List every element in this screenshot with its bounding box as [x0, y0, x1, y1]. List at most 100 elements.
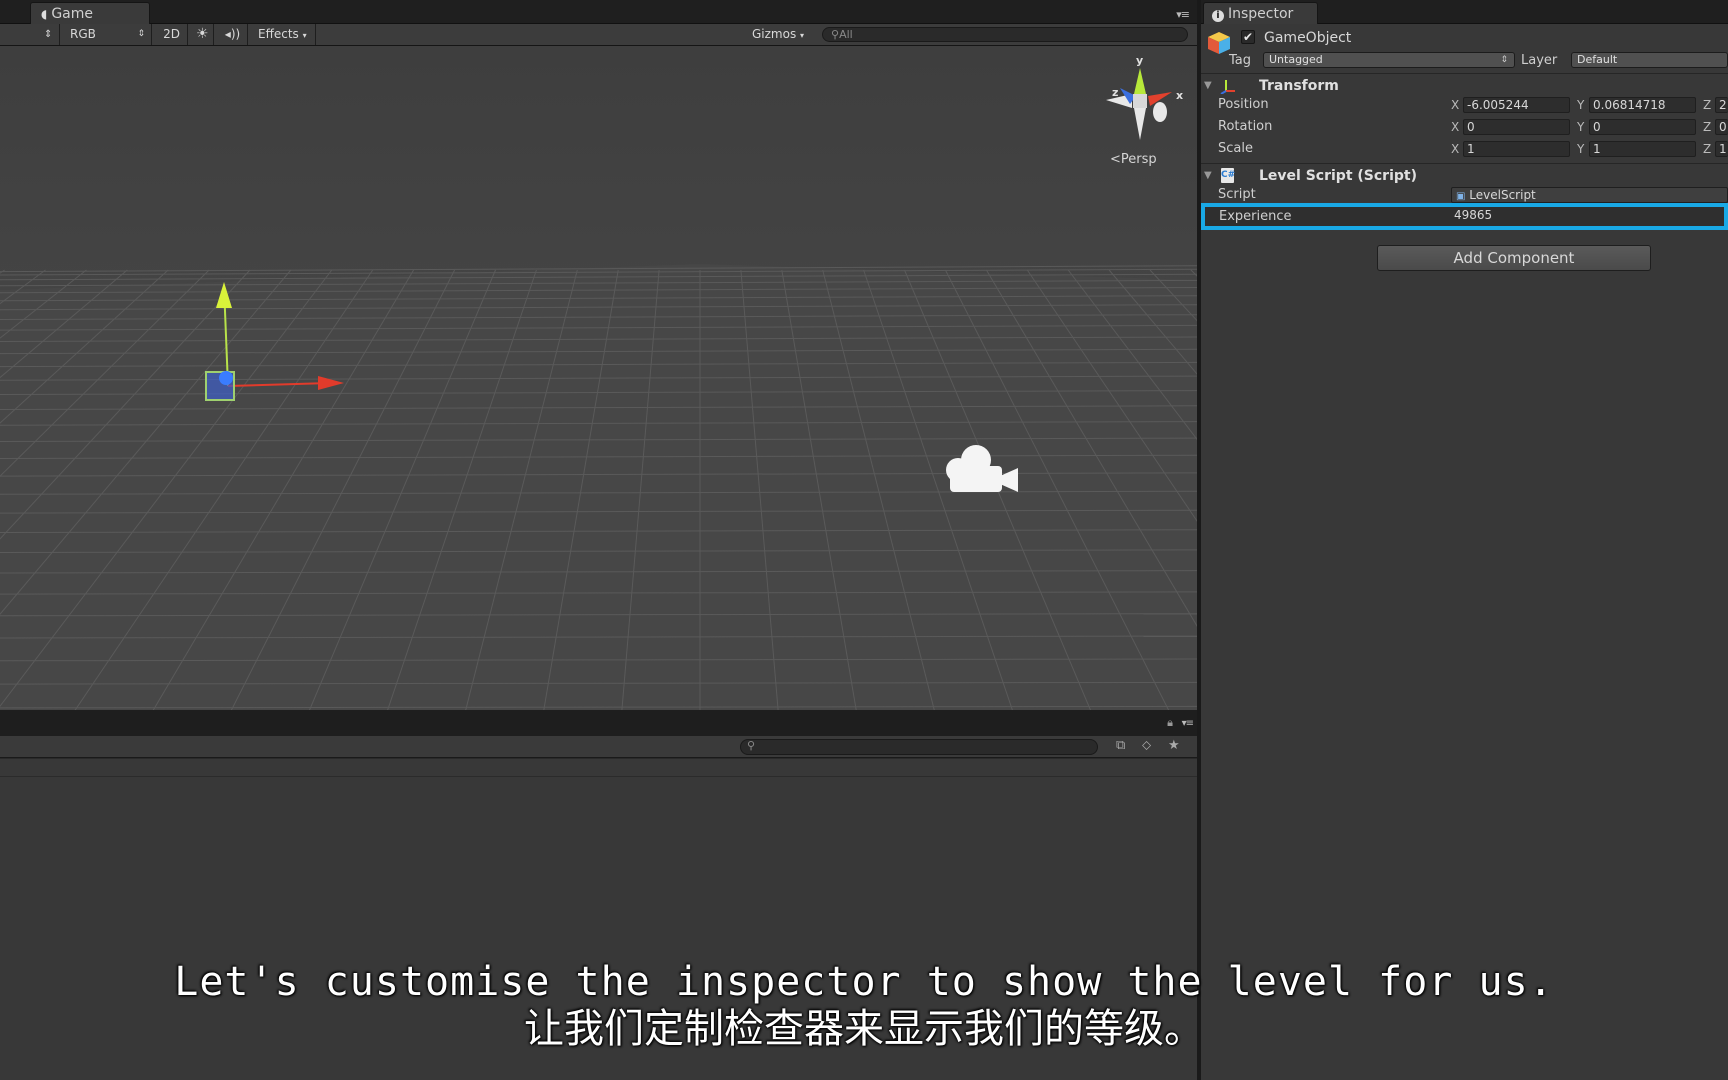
transform-rotation-row: Rotation X 0 Y 0 Z 0: [1201, 118, 1728, 138]
transform-axes-icon: [1220, 80, 1235, 94]
layer-label: Layer: [1521, 53, 1558, 68]
chevron-down-icon: ▾: [800, 31, 805, 40]
gizmo-x-label: x: [1176, 89, 1183, 102]
gizmos-dropdown[interactable]: Gizmos ▾: [746, 24, 818, 45]
scene-toolbar: ⇕ RGB ⇕ 2D ☀ ◂)) Effects ▾ Gizmos ▾ ⚲All: [0, 24, 1197, 46]
scale-y-field[interactable]: 1: [1589, 141, 1696, 157]
level-script-foldout-icon[interactable]: ▼: [1204, 170, 1212, 181]
inspector-panel: i Inspector ✔ GameObject Tag Untagged ⇕ L…: [1201, 0, 1728, 1080]
shading-mode-label: RGB: [70, 27, 96, 41]
chevron-updown-icon: ⇕: [137, 29, 145, 39]
axis-z-label: Z: [1703, 142, 1712, 156]
tab-inspector-label: Inspector: [1228, 6, 1294, 22]
chevron-updown-icon: ⇕: [1500, 55, 1508, 65]
lighting-toggle-icon[interactable]: ☀: [190, 24, 214, 45]
axis-z-label: Z: [1703, 120, 1712, 134]
orientation-gizmo[interactable]: y x z: [1100, 50, 1190, 150]
game-controller-icon: ◖: [41, 7, 48, 21]
favorites-star-icon[interactable]: ★: [1168, 738, 1180, 753]
neg-y-cone-icon[interactable]: [1134, 108, 1146, 140]
mode-2d-toggle[interactable]: 2D: [156, 24, 188, 45]
projection-toggle[interactable]: <Persp: [1110, 152, 1157, 167]
axis-y-label: Y: [1577, 142, 1585, 156]
scene-window: ◖ Game ▾≡ ⇕ RGB ⇕ 2D ☀ ◂)) Effects ▾ Gizm…: [0, 0, 1197, 1080]
layer-dropdown[interactable]: Default: [1571, 52, 1728, 68]
divider: [0, 776, 1197, 777]
mode-2d-label: 2D: [163, 27, 180, 41]
tab-menu-icon[interactable]: ▾≡: [1182, 718, 1194, 729]
script-file-icon: ▣: [1456, 191, 1466, 202]
tag-label: Tag: [1229, 53, 1252, 68]
axis-x-label: X: [1451, 142, 1460, 156]
chevron-down-icon: ▾: [302, 31, 307, 40]
script-object-field[interactable]: ▣ LevelScript: [1451, 187, 1728, 203]
script-object-value: LevelScript: [1469, 188, 1536, 202]
ground-grid: [0, 264, 1197, 710]
position-y-field[interactable]: 0.06814718: [1589, 97, 1696, 113]
tab-game-label: Game: [51, 6, 94, 22]
projection-label: Persp: [1120, 152, 1157, 167]
gizmo-center-cube-icon[interactable]: [1133, 94, 1147, 108]
subtitle-english: Let's customise the inspector to show th…: [174, 959, 1554, 1005]
active-checkbox[interactable]: ✔: [1241, 30, 1255, 44]
layer-value: Default: [1577, 53, 1618, 66]
project-toolbar: ⚲ ⧉ ⬦ ★: [0, 736, 1197, 758]
filter-by-label-icon[interactable]: ⬦: [1142, 738, 1151, 753]
tag-dropdown[interactable]: Untagged ⇕: [1263, 52, 1515, 68]
camera-icon[interactable]: [940, 436, 1030, 506]
tab-inspector[interactable]: i Inspector: [1203, 2, 1318, 24]
rotation-y-field[interactable]: 0: [1589, 119, 1696, 135]
axis-y-label: Y: [1577, 120, 1585, 134]
rotation-x-field[interactable]: 0: [1463, 119, 1570, 135]
script-label: Script: [1218, 187, 1256, 202]
scene-viewport[interactable]: y x z <Persp: [0, 46, 1197, 710]
gizmo-z-label: z: [1112, 86, 1118, 99]
effects-dropdown[interactable]: Effects ▾: [252, 24, 316, 45]
transform-title: Transform: [1259, 78, 1339, 94]
search-icon: ⚲: [831, 28, 840, 41]
script-row: Script ▣ LevelScript: [1201, 187, 1728, 203]
tab-game[interactable]: ◖ Game: [30, 2, 150, 24]
position-x-field[interactable]: -6.005244: [1463, 97, 1570, 113]
chevron-left-icon: <: [1110, 152, 1121, 167]
tab-menu-icon[interactable]: ▾≡: [1176, 8, 1190, 21]
divider: [1201, 163, 1728, 164]
position-label: Position: [1218, 97, 1269, 112]
tag-value: Untagged: [1269, 53, 1323, 66]
experience-row-highlight: Experience 49865: [1201, 203, 1728, 230]
scene-search-input[interactable]: ⚲All: [822, 27, 1188, 42]
subtitle-chinese: 让我们定制检查器来显示我们的等级。: [524, 1006, 1204, 1052]
position-z-field[interactable]: 2: [1715, 97, 1728, 113]
experience-field[interactable]: 49865: [1451, 208, 1728, 224]
scale-x-field[interactable]: 1: [1463, 141, 1570, 157]
audio-toggle-icon[interactable]: ◂)): [218, 24, 248, 45]
lock-icon[interactable]: 🔒︎: [1167, 716, 1173, 730]
rotation-z-field[interactable]: 0: [1715, 119, 1728, 135]
project-search-input[interactable]: ⚲: [740, 739, 1098, 755]
gizmo-y-label: y: [1136, 54, 1143, 67]
level-script-title: Level Script (Script): [1259, 168, 1417, 184]
transform-foldout-icon[interactable]: ▼: [1204, 80, 1212, 91]
gameobject-name-field[interactable]: GameObject: [1261, 29, 1728, 47]
effects-label: Effects: [258, 27, 299, 41]
axis-y-label: Y: [1577, 98, 1585, 112]
divider: [1201, 73, 1728, 74]
scale-label: Scale: [1218, 141, 1253, 156]
script-file-icon: C#: [1221, 168, 1235, 183]
transform-position-row: Position X -6.005244 Y 0.06814718 Z 2: [1201, 96, 1728, 116]
transform-scale-row: Scale X 1 Y 1 Z 1: [1201, 140, 1728, 160]
neg-z-cone-icon[interactable]: [1153, 102, 1167, 122]
gizmos-label: Gizmos: [752, 27, 797, 41]
shading-mode-dropdown[interactable]: RGB ⇕: [64, 24, 152, 45]
scale-z-field[interactable]: 1: [1715, 141, 1728, 157]
axis-z-label: Z: [1703, 98, 1712, 112]
experience-label: Experience: [1219, 209, 1292, 224]
subtitle-overlay: Let's customise the inspector to show th…: [0, 958, 1728, 1052]
filter-by-type-icon[interactable]: ⧉: [1116, 738, 1125, 753]
scene-search-placeholder: All: [839, 28, 853, 41]
project-tab-bar: 🔒︎ ▾≡: [0, 710, 1197, 736]
inspector-tab-bar: i Inspector: [1201, 0, 1728, 24]
draw-mode-dropdown-icon[interactable]: ⇕: [38, 24, 60, 45]
add-component-button[interactable]: Add Component: [1377, 245, 1651, 271]
y-cone-icon[interactable]: [1134, 68, 1146, 94]
